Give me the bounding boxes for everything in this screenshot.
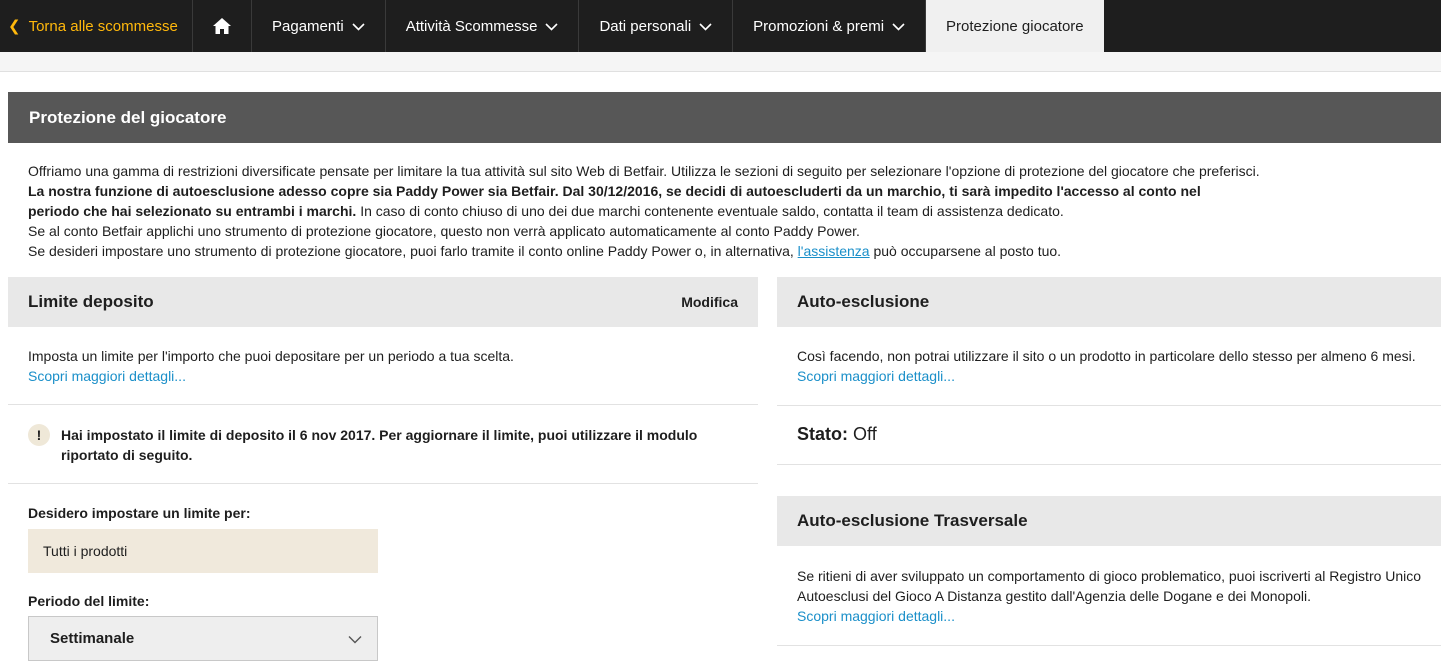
- intro-bold-2: La nostra funzione di autoesclusione ade…: [28, 183, 1201, 199]
- chevron-down-icon: [545, 22, 559, 31]
- nav-payments-label: Pagamenti: [272, 17, 344, 35]
- nav-promotions[interactable]: Promozioni & premi: [733, 0, 927, 52]
- nav-personal-data[interactable]: Dati personali: [579, 0, 734, 52]
- divider: [777, 645, 1441, 646]
- self-exclusion-header: Auto-esclusione: [777, 277, 1441, 327]
- intro-text: Offriamo una gamma di restrizioni divers…: [28, 161, 1428, 261]
- self-exclusion-title: Auto-esclusione: [797, 292, 930, 311]
- self-exclusion-status: Stato: Off: [797, 424, 877, 445]
- cross-exclusion-line-1: Se ritieni di aver sviluppato un comport…: [797, 568, 1422, 584]
- period-label: Periodo del limite:: [28, 593, 150, 609]
- status-value: Off: [853, 424, 877, 444]
- divider: [8, 483, 758, 484]
- intro-line-4: Se al conto Betfair applichi uno strumen…: [28, 223, 860, 239]
- home-icon: [213, 18, 231, 34]
- home-button[interactable]: [193, 0, 252, 52]
- cross-exclusion-line-2: Autoesclusi del Gioco A Distanza gestito…: [797, 588, 1311, 604]
- nav-promotions-label: Promozioni & premi: [753, 17, 885, 35]
- notice-line-2: riportato di seguito.: [61, 447, 193, 463]
- intro-line-1: Offriamo una gamma di restrizioni divers…: [28, 163, 1260, 179]
- edit-deposit-button[interactable]: Modifica: [681, 294, 738, 310]
- nav-player-protection-label: Protezione giocatore: [946, 17, 1084, 35]
- self-exclusion-more-link[interactable]: Scopri maggiori dettagli...: [797, 366, 1441, 386]
- intro-pre-5: Se desideri impostare uno strumento di p…: [28, 243, 798, 259]
- period-select[interactable]: Settimanale: [28, 616, 378, 661]
- status-label: Stato:: [797, 424, 848, 444]
- limit-for-value: Tutti i prodotti: [28, 529, 378, 573]
- cross-exclusion-header: Auto-esclusione Trasversale: [777, 496, 1441, 546]
- nav-payments[interactable]: Pagamenti: [252, 0, 386, 52]
- top-navigation: ❮ Torna alle scommesse Pagamenti Attivit…: [0, 0, 1441, 52]
- period-select-value: Settimanale: [50, 630, 135, 647]
- notice-message: Hai impostato il limite di deposito il 6…: [61, 424, 697, 465]
- intro-bold-3: periodo che hai selezionato su entrambi …: [28, 203, 357, 219]
- back-to-bets-label: Torna alle scommesse: [28, 17, 178, 35]
- chevron-down-icon: [699, 22, 712, 31]
- chevron-down-icon: [348, 635, 362, 643]
- deposit-more-link[interactable]: Scopri maggiori dettagli...: [28, 366, 748, 386]
- nav-betting-activity-label: Attività Scommesse: [405, 17, 538, 35]
- intro-line-5: Se desideri impostare uno strumento di p…: [28, 241, 1428, 261]
- cross-exclusion-block: Se ritieni di aver sviluppato un comport…: [797, 566, 1441, 626]
- self-exclusion-block: Così facendo, non potrai utilizzare il s…: [797, 346, 1441, 386]
- back-to-bets-link[interactable]: ❮ Torna alle scommesse: [0, 0, 193, 52]
- cross-exclusion-more-link[interactable]: Scopri maggiori dettagli...: [797, 606, 1441, 626]
- deposit-description: Imposta un limite per l'importo che puoi…: [28, 348, 514, 364]
- sub-bar: [0, 52, 1441, 72]
- limit-for-label: Desidero impostare un limite per:: [28, 505, 251, 521]
- divider: [777, 405, 1441, 406]
- divider: [8, 404, 758, 405]
- deposit-description-block: Imposta un limite per l'importo che puoi…: [28, 346, 748, 386]
- deposit-limit-title: Limite deposito: [28, 292, 154, 311]
- intro-line-2: La nostra funzione di autoesclusione ade…: [28, 181, 1428, 201]
- intro-post-5: può occuparsene al posto tuo.: [869, 243, 1062, 259]
- warning-icon: !: [28, 424, 50, 446]
- cross-exclusion-title: Auto-esclusione Trasversale: [797, 511, 1028, 530]
- chevron-down-icon: [892, 22, 905, 31]
- notice-line-1: Hai impostato il limite di deposito il 6…: [61, 427, 698, 443]
- deposit-limit-header: Limite deposito Modifica: [8, 277, 758, 327]
- assistance-link[interactable]: l'assistenza: [798, 243, 870, 259]
- intro-rest-3: In caso di conto chiuso di uno dei due m…: [356, 203, 1064, 219]
- deposit-notice: ! Hai impostato il limite di deposito il…: [28, 424, 748, 465]
- divider: [777, 464, 1441, 465]
- nav-player-protection[interactable]: Protezione giocatore: [926, 0, 1104, 52]
- chevron-left-icon: ❮: [8, 18, 21, 35]
- nav-personal-data-label: Dati personali: [599, 17, 692, 35]
- self-exclusion-description: Così facendo, non potrai utilizzare il s…: [797, 348, 1416, 364]
- chevron-down-icon: [352, 22, 365, 31]
- page-title: Protezione del giocatore: [8, 92, 1441, 143]
- nav-betting-activity[interactable]: Attività Scommesse: [386, 0, 580, 52]
- intro-line-3: periodo che hai selezionato su entrambi …: [28, 201, 1428, 221]
